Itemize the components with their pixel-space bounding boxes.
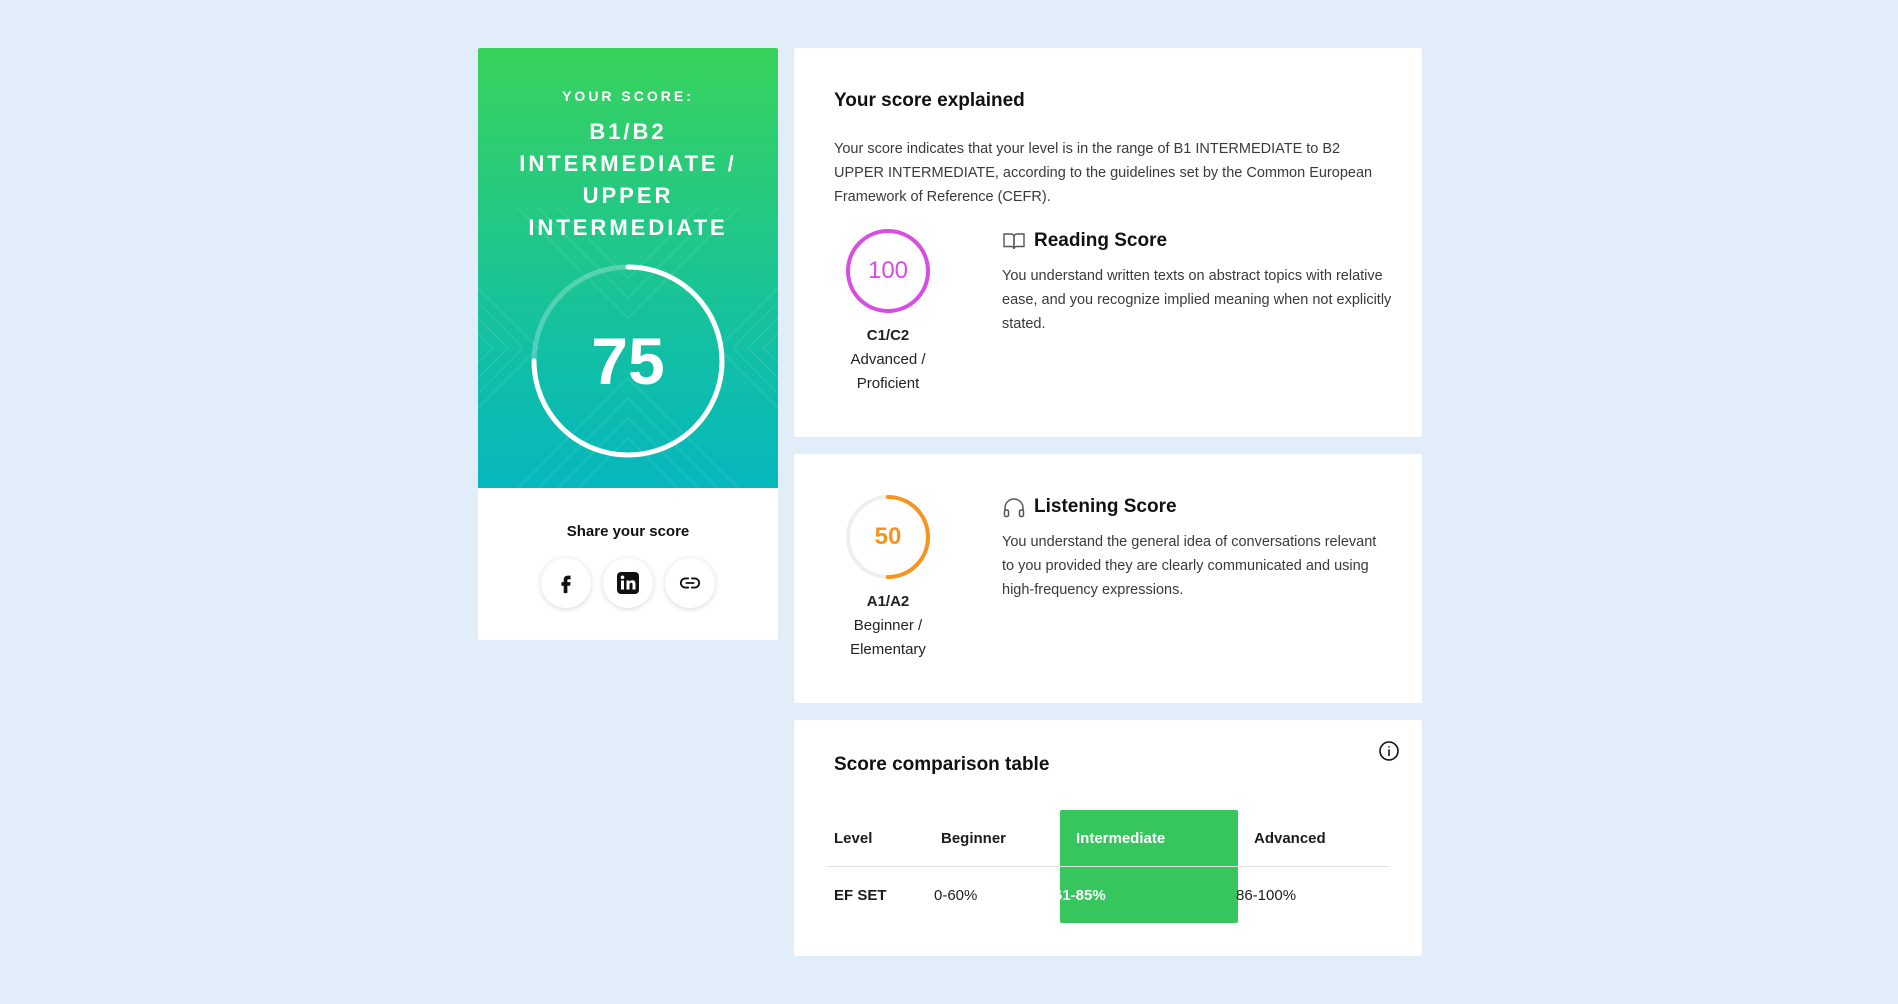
reading-score-gauge: 100: [845, 228, 931, 314]
score-level-title: B1/B2 INTERMEDIATE / UPPER INTERMEDIATE: [519, 119, 737, 240]
reading-description: You understand written texts on abstract…: [1002, 268, 1392, 332]
table-header-cell: Intermediate: [1076, 830, 1166, 847]
score-eyebrow: YOUR SCORE:: [562, 88, 694, 104]
listening-level-name: Beginner / Elementary: [850, 617, 926, 658]
comparison-table: Level Beginner Intermediate Advanced EF …: [826, 810, 1390, 924]
table-cell: EF SET: [834, 887, 887, 904]
explained-text: Your score indicates that your level is …: [834, 141, 1373, 205]
table-header-cell: Level: [834, 830, 873, 847]
info-icon[interactable]: [1378, 740, 1400, 762]
facebook-icon: [561, 575, 571, 594]
linkedin-icon: [617, 572, 639, 594]
overall-score: 75: [591, 324, 665, 398]
results-page: YOUR SCORE: B1/B2 INTERMEDIATE / UPPER I…: [0, 0, 1898, 1004]
reading-level: C1/C2 Advanced / Proficient: [818, 324, 958, 396]
reading-title: Reading Score: [1034, 230, 1168, 251]
score-card: YOUR SCORE: B1/B2 INTERMEDIATE / UPPER I…: [478, 48, 778, 640]
listening-title: Listening Score: [1034, 496, 1177, 517]
listening-score-gauge: 50: [845, 494, 931, 580]
table-cell: 0-60%: [934, 887, 978, 904]
table-header-row: Level Beginner Intermediate Advanced: [826, 810, 1390, 867]
link-icon: [679, 577, 701, 589]
listening-level: A1/A2 Beginner / Elementary: [818, 590, 958, 662]
score-comparison-card: Score comparison table Level Beginner In…: [794, 720, 1422, 956]
listening-level-code: A1/A2: [866, 593, 910, 610]
share-title: Share your score: [566, 523, 690, 540]
table-cell: 61-85%: [1054, 887, 1106, 904]
listening-score-value: 50: [874, 523, 902, 550]
listening-card: 50 A1/A2 Beginner / Elementary Listening…: [794, 454, 1422, 703]
reading-score-value: 100: [867, 257, 909, 284]
reading-header: Reading Score: [1002, 230, 1167, 252]
score-hero: YOUR SCORE: B1/B2 INTERMEDIATE / UPPER I…: [478, 48, 778, 488]
book-icon: [1003, 233, 1025, 250]
headphones-icon: [1003, 498, 1025, 518]
score-explained-card: Your score explained Your score indicate…: [794, 48, 1422, 437]
listening-header: Listening Score: [1002, 496, 1177, 518]
table-cell: 86-100%: [1236, 887, 1297, 904]
listening-description: You understand the general idea of conve…: [1002, 534, 1377, 598]
explained-title: Your score explained: [834, 90, 1025, 111]
comparison-title: Score comparison table: [834, 754, 1050, 775]
reading-level-name: Advanced / Proficient: [850, 351, 926, 392]
table-row: EF SET 0-60% 61-85% 86-100%: [826, 867, 1390, 924]
table-header-cell: Advanced: [1254, 830, 1326, 847]
share-buttons: [478, 558, 778, 608]
table-header-cell: Beginner: [941, 830, 1007, 847]
copy-link-button[interactable]: [665, 558, 715, 608]
linkedin-share-button[interactable]: [603, 558, 653, 608]
reading-level-code: C1/C2: [866, 327, 910, 344]
facebook-share-button[interactable]: [541, 558, 591, 608]
